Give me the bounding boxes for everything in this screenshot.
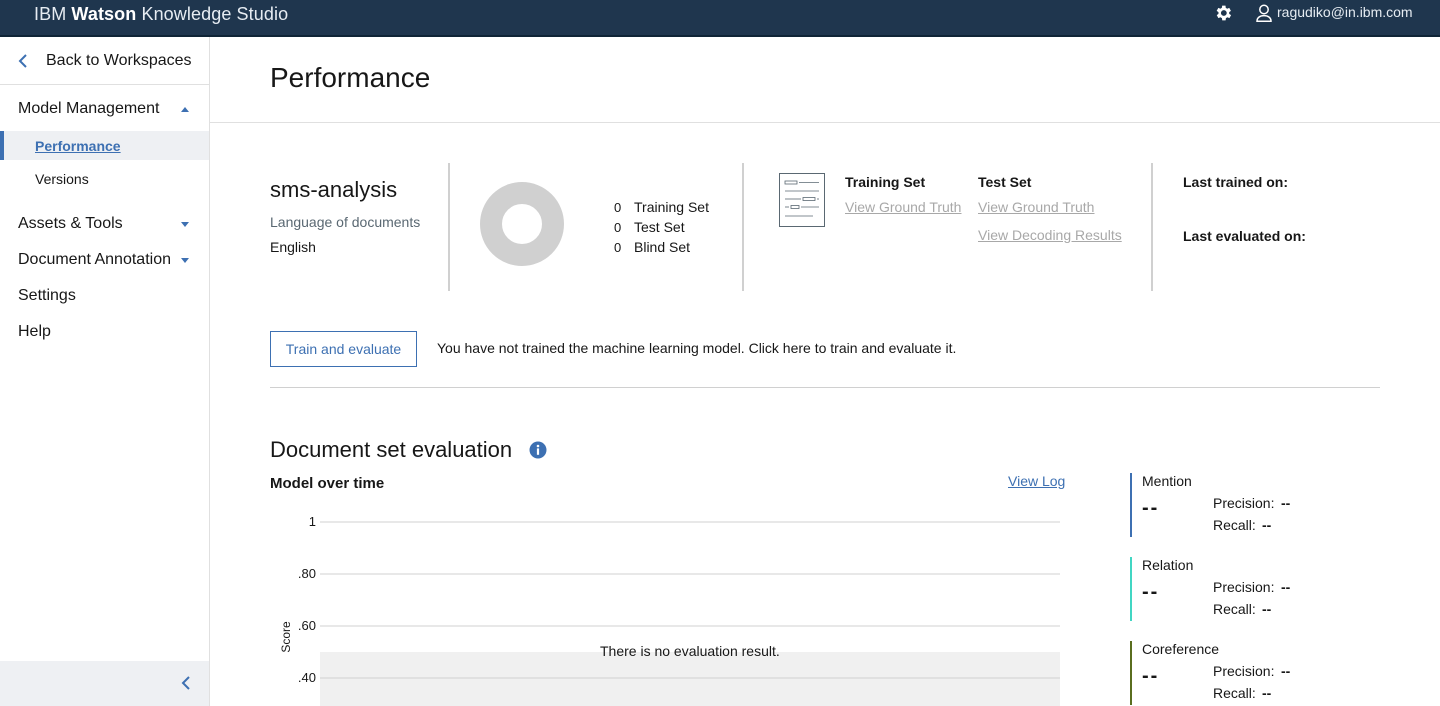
caret-up-icon [181, 106, 189, 112]
recall-value: -- [1262, 601, 1272, 617]
brand-suffix: Knowledge Studio [141, 4, 289, 24]
info-icon[interactable] [529, 441, 547, 459]
metric-value: -- [1142, 581, 1160, 603]
section-divider [1151, 163, 1153, 291]
project-name: sms-analysis [270, 177, 398, 202]
sidebar-collapse-bar[interactable] [0, 661, 209, 706]
last-evaluated-label: Last evaluated on: [1183, 228, 1306, 244]
precision-value: -- [1281, 663, 1291, 679]
view-log-link[interactable]: View Log [1008, 473, 1065, 489]
top-bar: IBM Watson Knowledge Studio ragudiko@in.… [0, 0, 1440, 37]
app-brand[interactable]: IBM Watson Knowledge Studio [34, 4, 288, 25]
document-icon [779, 173, 825, 227]
test-view-decoding-results-link[interactable]: View Decoding Results [978, 227, 1122, 243]
sidebar-item-settings[interactable]: Settings [0, 284, 209, 308]
y-tick-label: .60 [298, 618, 316, 633]
language-label: Language of documents [270, 214, 421, 230]
metric-mention: Mention -- Precision: -- Recall: -- [1130, 473, 1360, 537]
title-divider [210, 122, 1440, 123]
language-value: English [270, 239, 316, 255]
back-label: Back to Workspaces [46, 52, 192, 69]
sidebar: Back to Workspaces Model Management Perf… [0, 37, 210, 706]
metric-coreference: Coreference -- Precision: -- Recall: -- [1130, 641, 1360, 705]
count: 0 [614, 219, 622, 235]
main-content: Performance sms-analysis Language of doc… [210, 37, 1440, 706]
sidebar-section-label: Help [18, 323, 51, 340]
legend-label: Blind Set [634, 239, 691, 255]
recall-value: -- [1262, 517, 1272, 533]
last-trained-label: Last trained on: [1183, 174, 1289, 190]
sidebar-section-label: Document Annotation [18, 251, 171, 268]
recall-value: -- [1262, 685, 1272, 701]
sidebar-item-performance[interactable]: Performance [0, 131, 209, 160]
document-sets-donut [480, 182, 564, 266]
sidebar-item-versions[interactable]: Versions [0, 164, 209, 193]
legend-test-set: 0 Test Set [614, 218, 685, 236]
training-view-ground-truth-link[interactable]: View Ground Truth [845, 199, 961, 215]
page-title: Performance [270, 62, 431, 93]
train-divider [270, 387, 1380, 388]
train-message: You have not trained the machine learnin… [437, 340, 957, 356]
sidebar-section-label: Model Management [18, 100, 160, 117]
precision-value: -- [1281, 579, 1291, 595]
evaluation-title: Document set evaluation [270, 437, 513, 462]
legend-training-set: 0 Training Set [614, 198, 709, 216]
training-set-heading: Training Set [845, 174, 926, 190]
count: 0 [614, 199, 622, 215]
gear-icon[interactable] [1213, 3, 1233, 23]
recall-label: Recall: [1213, 517, 1256, 533]
metric-name: Mention [1142, 473, 1192, 489]
sidebar-section-assets-tools[interactable]: Assets & Tools [0, 212, 209, 236]
sidebar-section-label: Assets & Tools [18, 215, 123, 232]
legend-label: Training Set [634, 199, 709, 215]
metric-value: -- [1142, 665, 1160, 687]
brand-prefix: IBM [34, 4, 67, 24]
test-view-ground-truth-link[interactable]: View Ground Truth [978, 199, 1094, 215]
sidebar-section-label: Settings [18, 287, 76, 304]
model-over-time-chart: 1 .80 .60 .40 Score [279, 514, 1060, 706]
sidebar-section-document-annotation[interactable]: Document Annotation [0, 248, 209, 272]
precision-label: Precision: [1213, 579, 1275, 595]
empty-plot-area [320, 652, 1060, 706]
metric-name: Relation [1142, 557, 1194, 573]
test-set-heading: Test Set [978, 174, 1032, 190]
precision-value: -- [1281, 495, 1291, 511]
y-tick-label: .40 [298, 670, 316, 685]
sidebar-section-model-management[interactable]: Model Management [0, 97, 209, 121]
section-divider [742, 163, 744, 291]
y-tick-label: 1 [309, 514, 316, 529]
no-evaluation-message: There is no evaluation result. [600, 643, 780, 659]
y-tick-label: .80 [298, 566, 316, 581]
precision-label: Precision: [1213, 495, 1275, 511]
y-axis-label: Score [279, 621, 293, 653]
sidebar-item-label: Performance [35, 137, 121, 154]
metric-value: -- [1142, 497, 1160, 519]
metric-name: Coreference [1142, 641, 1220, 657]
user-icon[interactable] [1256, 4, 1272, 22]
legend-blind-set: 0 Blind Set [614, 238, 690, 256]
sidebar-item-label: Versions [35, 170, 89, 187]
sidebar-divider [0, 84, 209, 85]
sidebar-item-help[interactable]: Help [0, 320, 209, 344]
recall-label: Recall: [1213, 601, 1256, 617]
count: 0 [614, 239, 622, 255]
user-email[interactable]: ragudiko@in.ibm.com [1277, 4, 1413, 20]
section-divider [448, 163, 450, 291]
train-and-evaluate-button[interactable]: Train and evaluate [270, 331, 417, 367]
chevron-left-icon[interactable] [181, 676, 191, 690]
chevron-left-icon [18, 54, 27, 68]
legend-label: Test Set [634, 219, 685, 235]
recall-label: Recall: [1213, 685, 1256, 701]
caret-down-icon [181, 257, 189, 263]
brand-bold: Watson [71, 4, 137, 24]
precision-label: Precision: [1213, 663, 1275, 679]
model-over-time-title: Model over time [270, 475, 385, 492]
metric-relation: Relation -- Precision: -- Recall: -- [1130, 557, 1360, 621]
back-to-workspaces-link[interactable]: Back to Workspaces [18, 51, 192, 71]
caret-down-icon [181, 221, 189, 227]
